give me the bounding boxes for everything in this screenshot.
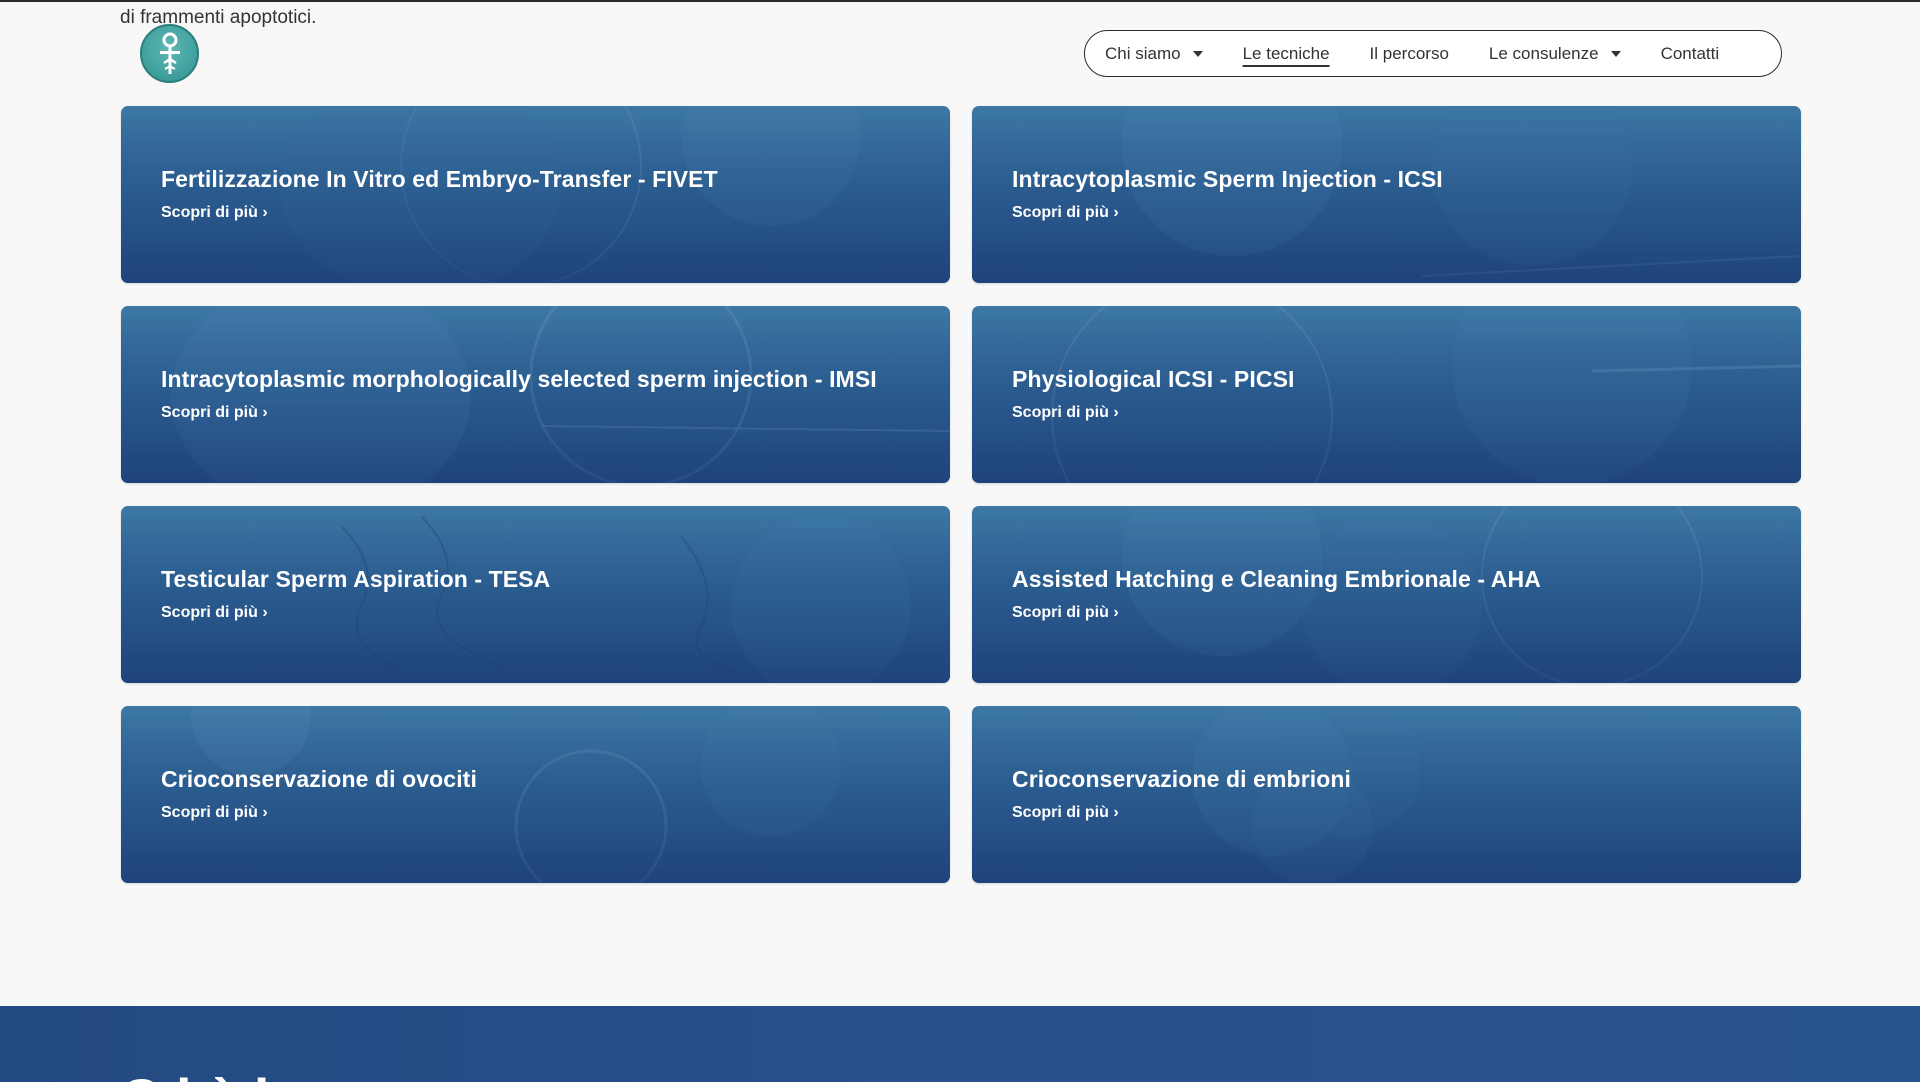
microscopy-texture	[340, 515, 911, 683]
microscopy-texture	[1051, 306, 1801, 483]
nav-item-label: Il percorso	[1369, 43, 1449, 63]
microscopy-texture	[191, 706, 841, 883]
microscopy-texture	[1192, 706, 1422, 883]
technique-card-embrioni[interactable]: Crioconservazione di embrioni Scopri di …	[972, 706, 1801, 883]
card-title: Fertilizzazione In Vitro ed Embryo-Trans…	[161, 166, 718, 192]
techniques-grid: Fertilizzazione In Vitro ed Embryo-Trans…	[121, 106, 1801, 883]
card-title: Physiological ICSI - PICSI	[1012, 366, 1295, 392]
microscopy-texture	[1122, 506, 1703, 683]
card-read-more-link[interactable]: Scopri di più ›	[1012, 204, 1119, 222]
card-title: Crioconservazione di embrioni	[1012, 766, 1352, 792]
nav-item-il-percorso[interactable]: Il percorso	[1370, 44, 1449, 64]
card-read-more-link[interactable]: Scopri di più ›	[161, 404, 268, 422]
nav-item-label: Chi siamo	[1105, 43, 1181, 63]
card-title: Crioconservazione di ovociti	[161, 766, 477, 792]
nav-item-label: Le consulenze	[1488, 43, 1599, 63]
nav-item-le-tecniche[interactable]: Le tecniche	[1243, 44, 1330, 64]
nav-item-contatti[interactable]: Contatti	[1661, 44, 1720, 64]
card-read-more-link[interactable]: Scopri di più ›	[1012, 804, 1119, 822]
partial-paragraph-text: di frammenti apoptotici.	[120, 7, 317, 28]
technique-card-aha[interactable]: Assisted Hatching e Cleaning Embrionale …	[972, 506, 1801, 683]
microscopy-texture	[171, 306, 950, 483]
nav-item-label: Le tecniche	[1242, 43, 1330, 63]
card-read-more-link[interactable]: Scopri di più ›	[161, 604, 268, 622]
technique-card-ovociti[interactable]: Crioconservazione di ovociti Scopri di p…	[121, 706, 950, 883]
nav-item-le-consulenze[interactable]: Le consulenze	[1489, 44, 1621, 64]
nav-item-label: Contatti	[1660, 43, 1720, 63]
card-read-more-link[interactable]: Scopri di più ›	[161, 804, 268, 822]
clinic-logo[interactable]	[140, 24, 199, 83]
footer-section: C i è i	[0, 1006, 1920, 1082]
technique-card-fivet[interactable]: Fertilizzazione In Vitro ed Embryo-Trans…	[121, 106, 950, 283]
card-title: Intracytoplasmic morphologically selecte…	[161, 366, 877, 392]
caret-down-icon	[1192, 50, 1203, 57]
nav-item-chi-siamo[interactable]: Chi siamo	[1105, 44, 1203, 64]
main-navigation: Chi siamo Le tecniche Il percorso Le con…	[1084, 30, 1782, 77]
card-title: Testicular Sperm Aspiration - TESA	[161, 566, 551, 592]
card-title: Intracytoplasmic Sperm Injection - ICSI	[1012, 166, 1443, 192]
technique-card-imsi[interactable]: Intracytoplasmic morphologically selecte…	[121, 306, 950, 483]
card-title: Assisted Hatching e Cleaning Embrionale …	[1012, 566, 1541, 592]
microscopy-texture	[281, 106, 861, 283]
caret-down-icon	[1610, 50, 1621, 57]
technique-card-icsi[interactable]: Intracytoplasmic Sperm Injection - ICSI …	[972, 106, 1801, 283]
card-read-more-link[interactable]: Scopri di più ›	[1012, 604, 1119, 622]
card-read-more-link[interactable]: Scopri di più ›	[161, 204, 268, 222]
card-read-more-link[interactable]: Scopri di più ›	[1012, 404, 1119, 422]
technique-card-picsi[interactable]: Physiological ICSI - PICSI Scopri di più…	[972, 306, 1801, 483]
footer-heading: C i è i	[120, 1066, 269, 1082]
technique-card-tesa[interactable]: Testicular Sperm Aspiration - TESA Scopr…	[121, 506, 950, 683]
ankh-icon	[159, 32, 180, 74]
microscopy-texture	[1122, 106, 1801, 277]
